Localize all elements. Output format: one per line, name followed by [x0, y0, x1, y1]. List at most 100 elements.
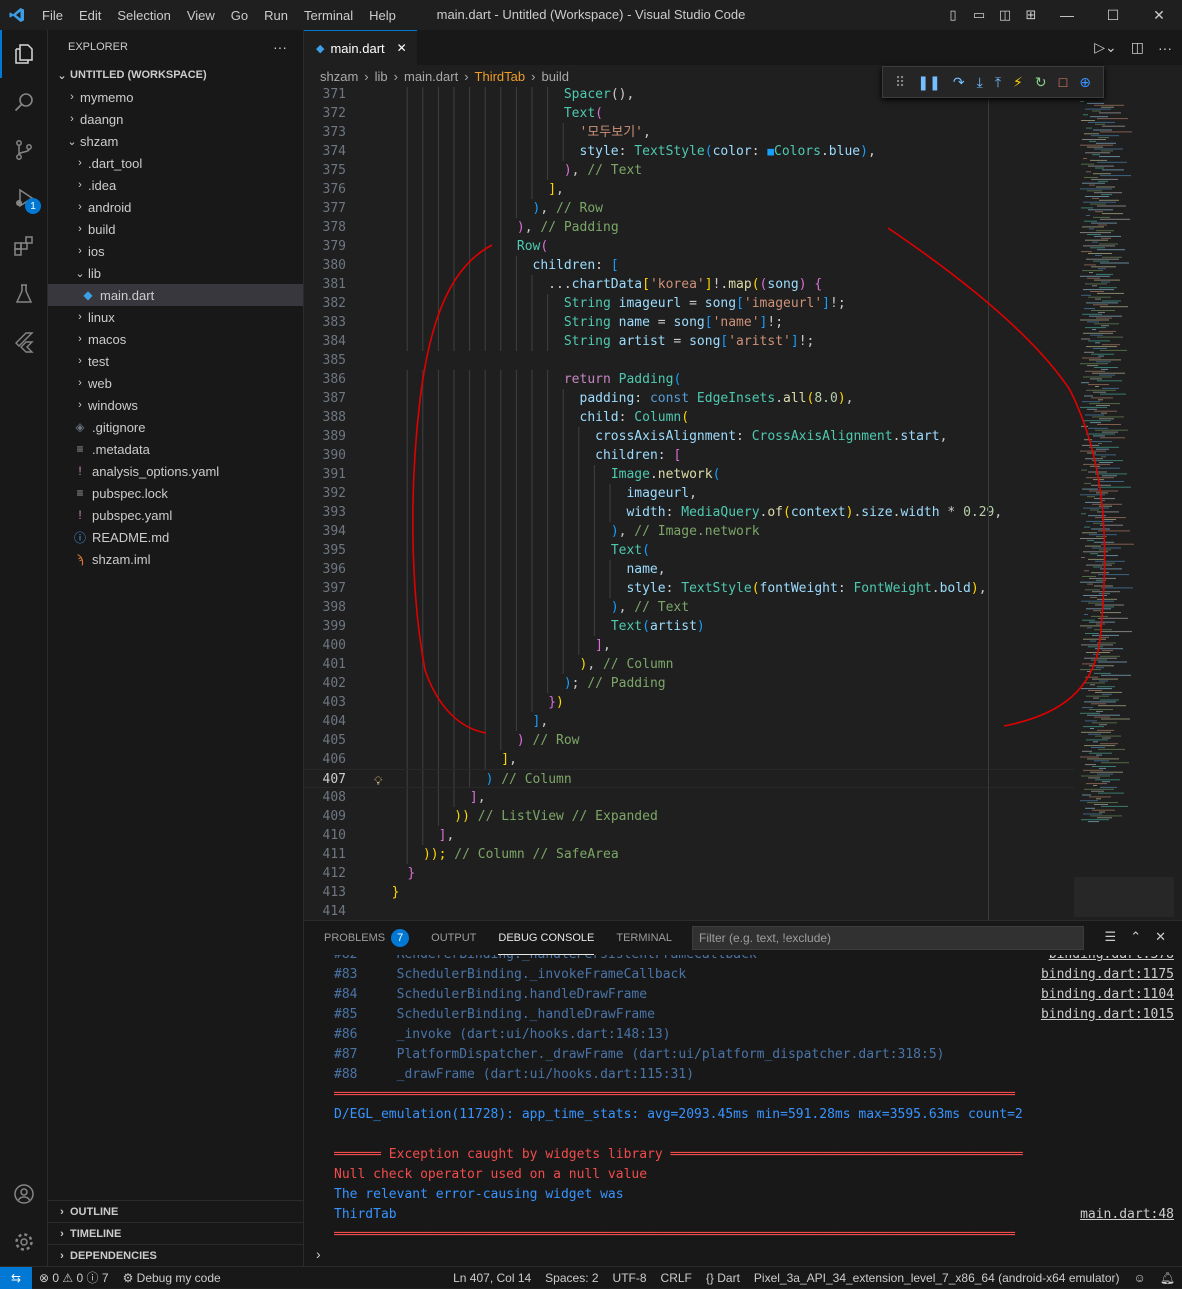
- tree-item--metadata[interactable]: ≡ .metadata: [48, 438, 303, 460]
- tree-item-shzam[interactable]: ⌄ shzam: [48, 130, 303, 152]
- tab-terminal[interactable]: TERMINAL: [616, 921, 672, 955]
- minimap-line: [1088, 471, 1107, 473]
- tree-item-macos[interactable]: › macos: [48, 328, 303, 350]
- section-dependencies[interactable]: › DEPENDENCIES: [48, 1244, 303, 1266]
- section-outline[interactable]: › OUTLINE: [48, 1200, 303, 1222]
- explorer-icon[interactable]: [0, 30, 48, 78]
- tree-item-analysis-options-yaml[interactable]: ! analysis_options.yaml: [48, 460, 303, 482]
- breadcrumb-item[interactable]: shzam: [320, 69, 358, 84]
- search-icon[interactable]: [0, 78, 48, 126]
- tree-item-build[interactable]: › build: [48, 218, 303, 240]
- drag-handle-icon[interactable]: ⠿: [895, 74, 905, 91]
- menu-terminal[interactable]: Terminal: [296, 8, 361, 23]
- minimap-slider[interactable]: [1074, 877, 1174, 917]
- clear-console-icon[interactable]: ☰: [1105, 929, 1117, 945]
- extensions-icon[interactable]: [0, 222, 48, 270]
- step-out-icon[interactable]: ⤒: [995, 74, 1001, 91]
- run-icon[interactable]: ▷⌄: [1094, 39, 1117, 56]
- remote-icon[interactable]: ⇆: [0, 1266, 32, 1289]
- tree-item-windows[interactable]: › windows: [48, 394, 303, 416]
- source-control-icon[interactable]: [0, 126, 48, 174]
- menu-file[interactable]: File: [34, 8, 71, 23]
- tree-item-shzam-iml[interactable]: ϡ shzam.iml: [48, 548, 303, 570]
- tree-item-pubspec-lock[interactable]: ≡ pubspec.lock: [48, 482, 303, 504]
- menu-help[interactable]: Help: [361, 8, 404, 23]
- tree-item-mymemo[interactable]: › mymemo: [48, 86, 303, 108]
- device-selector[interactable]: Pixel_3a_API_34_extension_level_7_x86_64…: [747, 1271, 1127, 1285]
- tab-output[interactable]: OUTPUT: [431, 921, 476, 955]
- menu-edit[interactable]: Edit: [71, 8, 109, 23]
- tree-item-linux[interactable]: › linux: [48, 306, 303, 328]
- console-prompt-icon[interactable]: ›: [316, 1246, 321, 1262]
- tab-problems[interactable]: PROBLEMS 7: [324, 921, 410, 955]
- tree-item--dart-tool[interactable]: › .dart_tool: [48, 152, 303, 174]
- console-filter-input[interactable]: Filter (e.g. text, !exclude): [692, 926, 1084, 950]
- tab-debug-console[interactable]: DEBUG CONSOLE: [498, 921, 595, 955]
- code-editor[interactable]: 371 Spacer(), 372 Text(373 '모두보기', 374 sty…: [304, 87, 1182, 920]
- source-link[interactable]: binding.dart:1175: [1041, 965, 1174, 985]
- problems-status[interactable]: ⊗ 0 ⚠ 0 ⓘ 7: [32, 1269, 116, 1286]
- menu-run[interactable]: Run: [256, 8, 296, 23]
- encoding[interactable]: UTF-8: [606, 1271, 654, 1285]
- split-editor-icon[interactable]: ◫: [1131, 39, 1144, 56]
- accounts-icon[interactable]: [0, 1170, 48, 1218]
- notifications-bell-icon[interactable]: 🔔︎: [1153, 1271, 1182, 1285]
- close-window-button[interactable]: ✕: [1136, 7, 1182, 24]
- breadcrumb-item[interactable]: ThirdTab: [475, 69, 526, 84]
- feedback-icon[interactable]: ☺: [1127, 1271, 1153, 1285]
- restart-icon[interactable]: ↻: [1035, 74, 1047, 91]
- workspace-header[interactable]: ⌄ UNTITLED (WORKSPACE): [48, 64, 303, 86]
- toggle-sidebar-icon[interactable]: ▯: [940, 7, 966, 23]
- source-link[interactable]: binding.dart:1015: [1041, 1005, 1174, 1025]
- tree-item-ios[interactable]: › ios: [48, 240, 303, 262]
- more-actions-icon[interactable]: ···: [1158, 40, 1172, 56]
- toggle-panel-icon[interactable]: ▭: [966, 7, 992, 23]
- maximize-button[interactable]: ☐: [1090, 7, 1136, 24]
- stop-icon[interactable]: □: [1059, 74, 1067, 90]
- step-over-icon[interactable]: ↷: [953, 74, 965, 91]
- tree-item-daangn[interactable]: › daangn: [48, 108, 303, 130]
- menu-selection[interactable]: Selection: [109, 8, 178, 23]
- indentation[interactable]: Spaces: 2: [538, 1271, 605, 1285]
- tree-item-pubspec-yaml[interactable]: ! pubspec.yaml: [48, 504, 303, 526]
- menu-go[interactable]: Go: [223, 8, 256, 23]
- flutter-icon[interactable]: [0, 318, 48, 366]
- tree-item-lib[interactable]: ⌄ lib: [48, 262, 303, 284]
- language-mode[interactable]: {} Dart: [699, 1271, 747, 1285]
- manage-gear-icon[interactable]: [0, 1218, 48, 1266]
- breadcrumb-item[interactable]: build: [541, 69, 568, 84]
- explorer-more-actions[interactable]: ···: [273, 39, 287, 55]
- breadcrumb-item[interactable]: lib: [375, 69, 388, 84]
- devtools-icon[interactable]: ⊕: [1079, 74, 1091, 91]
- hot-reload-icon[interactable]: ⚡: [1013, 74, 1023, 91]
- tree-item-main-dart[interactable]: ◆ main.dart: [48, 284, 303, 306]
- tree-item-web[interactable]: › web: [48, 372, 303, 394]
- cursor-position[interactable]: Ln 407, Col 14: [446, 1271, 538, 1285]
- toggle-secondary-sidebar-icon[interactable]: ◫: [992, 7, 1018, 23]
- tree-item-android[interactable]: › android: [48, 196, 303, 218]
- minimize-button[interactable]: —: [1044, 7, 1090, 23]
- tree-item-readme-md[interactable]: ⓘ README.md: [48, 526, 303, 548]
- menu-view[interactable]: View: [179, 8, 223, 23]
- source-link[interactable]: binding.dart:378: [1049, 955, 1174, 965]
- maximize-panel-icon[interactable]: ⌃: [1130, 929, 1141, 945]
- debug-status[interactable]: ⚙ Debug my code: [116, 1271, 228, 1285]
- section-timeline[interactable]: › TIMELINE: [48, 1222, 303, 1244]
- source-link[interactable]: main.dart:48: [1080, 1205, 1174, 1225]
- close-tab-icon[interactable]: ✕: [397, 41, 407, 55]
- run-debug-icon[interactable]: 1: [0, 174, 48, 222]
- breadcrumb-item[interactable]: main.dart: [404, 69, 458, 84]
- testing-icon[interactable]: [0, 270, 48, 318]
- line-ending[interactable]: CRLF: [654, 1271, 699, 1285]
- tree-item-test[interactable]: › test: [48, 350, 303, 372]
- source-link[interactable]: binding.dart:1104: [1041, 985, 1174, 1005]
- tree-item--gitignore[interactable]: ◈ .gitignore: [48, 416, 303, 438]
- close-panel-icon[interactable]: ✕: [1155, 929, 1166, 945]
- tab-main-dart[interactable]: ◆ main.dart ✕: [304, 30, 417, 65]
- tree-item--idea[interactable]: › .idea: [48, 174, 303, 196]
- minimap[interactable]: [1074, 87, 1174, 920]
- minimap-line: [1084, 570, 1089, 572]
- customize-layout-icon[interactable]: ⊞: [1018, 7, 1044, 23]
- pause-icon[interactable]: ❚❚: [917, 74, 940, 91]
- step-into-icon[interactable]: ⤓: [977, 74, 983, 91]
